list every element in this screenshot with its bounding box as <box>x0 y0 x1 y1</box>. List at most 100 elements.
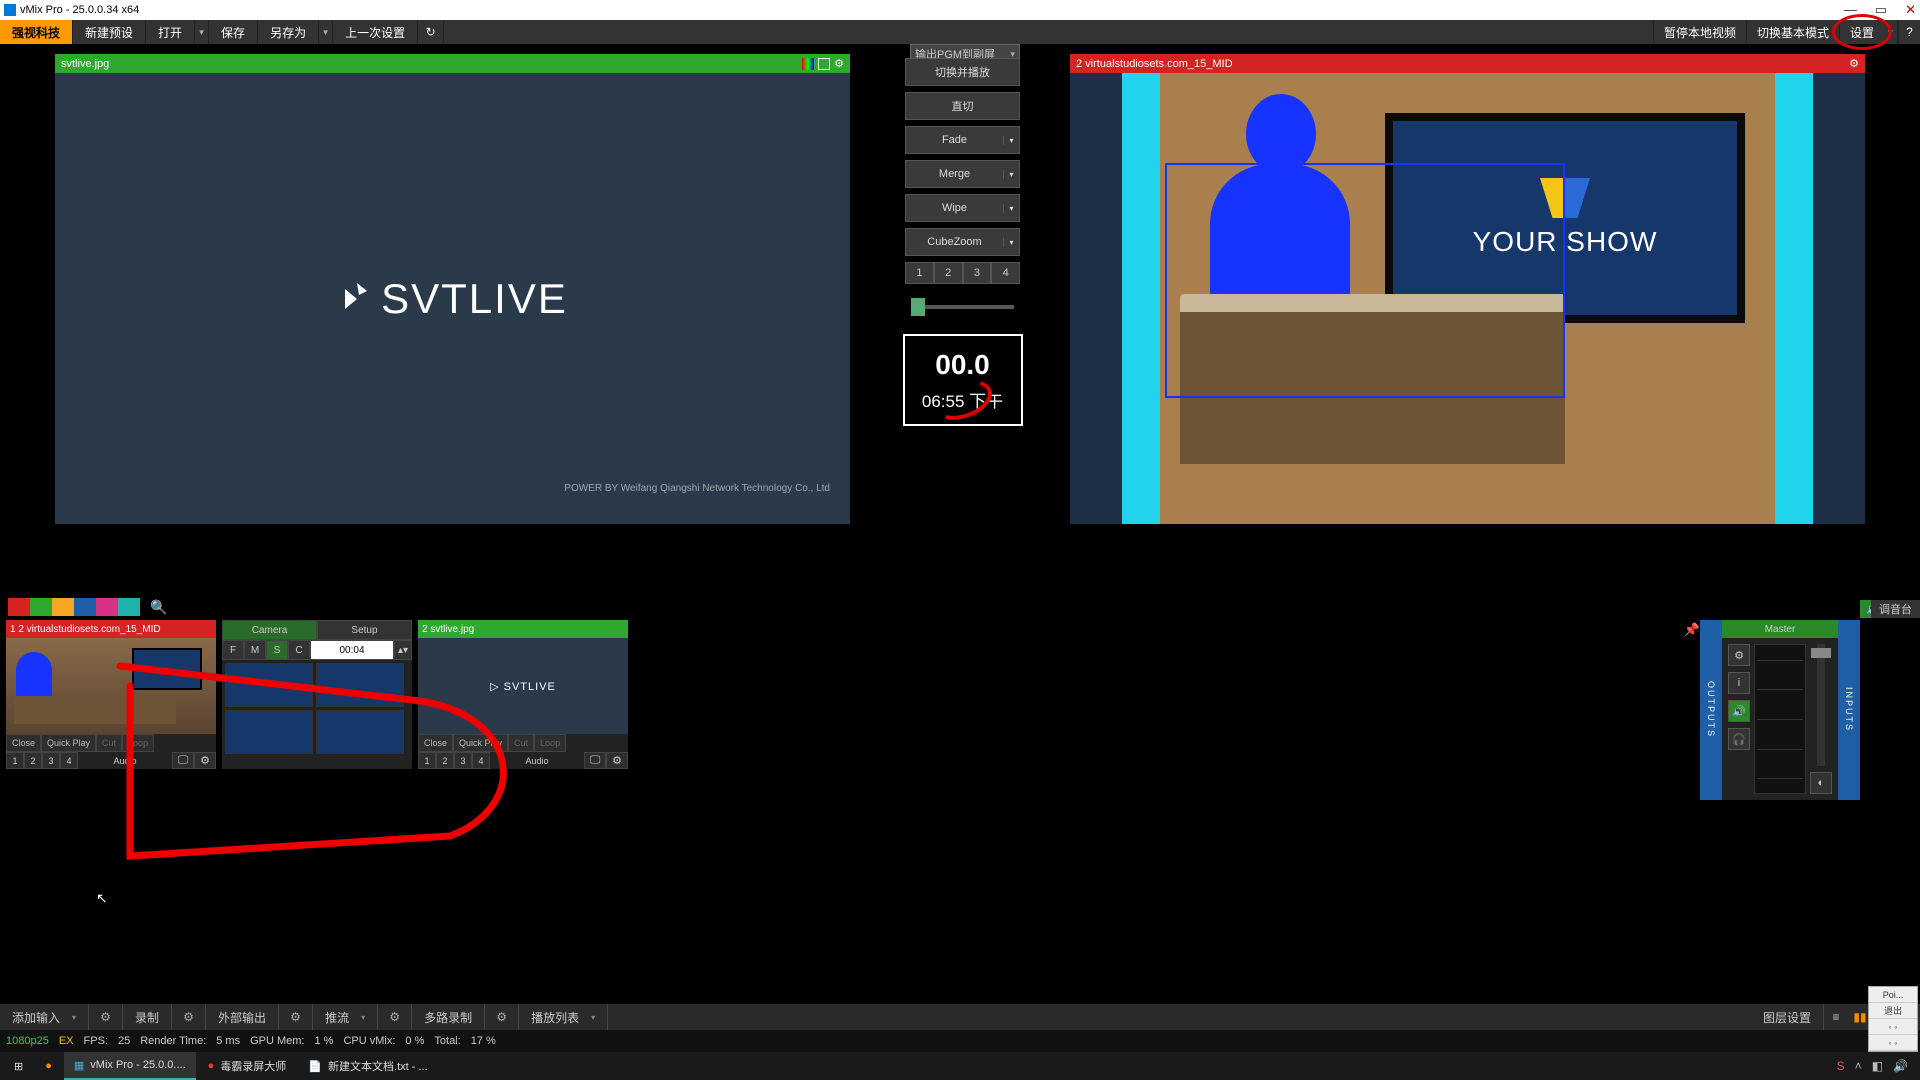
input2-overlay-1[interactable]: 1 <box>418 752 436 769</box>
color-tab-teal[interactable] <box>118 598 140 616</box>
input2-quickplay-button[interactable]: Quick Play <box>453 734 508 752</box>
input2-cut-button[interactable]: Cut <box>508 734 534 752</box>
preview-gear-icon[interactable] <box>834 57 844 70</box>
merge-button[interactable]: Merge▾ <box>905 160 1020 188</box>
wipe-button[interactable]: Wipe▾ <box>905 194 1020 222</box>
input2-preview-icon[interactable] <box>584 752 606 769</box>
input1-gear-icon[interactable] <box>194 752 216 769</box>
save-as-button[interactable]: 另存为 <box>258 20 319 44</box>
add-input-button[interactable]: 添加输入 <box>0 1004 89 1030</box>
tray-sogou-icon[interactable]: S <box>1837 1059 1845 1073</box>
transition-preset-4[interactable]: 4 <box>991 262 1020 284</box>
fade-dropdown[interactable]: ▾ <box>1003 136 1019 145</box>
input1-preview-icon[interactable] <box>172 752 194 769</box>
record-button[interactable]: 录制 <box>123 1004 172 1030</box>
input2-loop-button[interactable]: Loop <box>534 734 566 752</box>
taskbar-vmix[interactable]: ▦vMix Pro - 25.0.0.... <box>64 1052 196 1080</box>
record-gear-icon[interactable] <box>172 1004 206 1030</box>
input1-loop-button[interactable]: Loop <box>122 734 154 752</box>
cam-time-field[interactable]: 00:04 <box>310 640 394 660</box>
setup-tab[interactable]: Setup <box>317 620 412 640</box>
tbar-slider[interactable] <box>905 294 1020 320</box>
external-output-button[interactable]: 外部输出 <box>206 1004 279 1030</box>
input2-overlay-2[interactable]: 2 <box>436 752 454 769</box>
playlist-button[interactable]: 播放列表 <box>519 1004 608 1030</box>
stream-gear-icon[interactable] <box>378 1004 412 1030</box>
input1-audio-button[interactable]: Audio <box>78 752 172 769</box>
float-row-1[interactable]: Poi... <box>1869 987 1917 1003</box>
cam-s-button[interactable]: S <box>266 640 288 660</box>
master-info-button[interactable]: i <box>1728 672 1750 694</box>
master-mute-button[interactable]: 🔊 <box>1728 700 1750 722</box>
input2-thumbnail[interactable]: ▷ SVTLIVE <box>418 638 628 734</box>
float-row-4[interactable]: ◦ ◦ <box>1869 1035 1917 1051</box>
taskbar-notepad[interactable]: 📄新建文本文档.txt - ... <box>298 1052 437 1080</box>
new-preset-button[interactable]: 新建预设 <box>73 20 146 44</box>
maximize-button[interactable]: ▭ <box>1875 2 1887 18</box>
save-button[interactable]: 保存 <box>209 20 258 44</box>
float-row-2[interactable]: 退出 <box>1869 1003 1917 1019</box>
input1-quickplay-button[interactable]: Quick Play <box>41 734 96 752</box>
stream-button[interactable]: 推流 <box>313 1004 378 1030</box>
preview-color-icon[interactable] <box>802 58 814 70</box>
input2-close-button[interactable]: Close <box>418 734 453 752</box>
settings-button[interactable]: 设置 <box>1839 20 1884 44</box>
input1-overlay-1[interactable]: 1 <box>6 752 24 769</box>
master-solo-button[interactable]: ◐ <box>1810 772 1832 794</box>
input2-overlay-3[interactable]: 3 <box>454 752 472 769</box>
cam-time-stepper[interactable]: ▴▾ <box>394 640 412 660</box>
save-as-dropdown[interactable]: ▼ <box>319 20 333 44</box>
open-dropdown[interactable]: ▼ <box>195 20 209 44</box>
minimize-button[interactable]: — <box>1844 2 1857 18</box>
color-tab-magenta[interactable] <box>96 598 118 616</box>
float-row-3[interactable]: ◦ ◦ <box>1869 1019 1917 1035</box>
brand-button[interactable]: 强视科技 <box>0 20 73 44</box>
camera-tab[interactable]: Camera <box>222 620 317 640</box>
input2-overlay-4[interactable]: 4 <box>472 752 490 769</box>
preview-layout-icon[interactable] <box>818 58 830 70</box>
search-icon[interactable]: 🔍 <box>150 599 167 616</box>
open-button[interactable]: 打开 <box>146 20 195 44</box>
start-button[interactable]: ⊞ <box>4 1052 33 1080</box>
cam-angle-1[interactable] <box>225 663 313 707</box>
master-fader[interactable] <box>1817 644 1825 766</box>
tray-volume-icon[interactable]: 🔊 <box>1893 1059 1908 1073</box>
layer-bounding-box[interactable] <box>1165 163 1565 398</box>
cubezoom-dropdown[interactable]: ▾ <box>1003 238 1019 247</box>
wipe-dropdown[interactable]: ▾ <box>1003 204 1019 213</box>
color-tab-green[interactable] <box>30 598 52 616</box>
tray-chevron-up-icon[interactable]: ˄ <box>1855 1059 1862 1073</box>
cam-angle-3[interactable] <box>225 710 313 754</box>
tray-network-icon[interactable]: ◧ <box>1872 1059 1883 1073</box>
external-gear-icon[interactable] <box>279 1004 313 1030</box>
input2-audio-button[interactable]: Audio <box>490 752 584 769</box>
cam-m-button[interactable]: M <box>244 640 266 660</box>
multicorder-button[interactable]: 多路录制 <box>412 1004 485 1030</box>
layer-settings-button[interactable]: 图层设置 <box>1751 1004 1824 1030</box>
program-body[interactable]: YOUR SHOW <box>1070 73 1865 524</box>
input2-gear-icon[interactable] <box>606 752 628 769</box>
pin-icon[interactable]: 📌 <box>1684 622 1700 638</box>
refresh-button[interactable]: ↻ <box>418 20 444 44</box>
merge-dropdown[interactable]: ▾ <box>1003 170 1019 179</box>
last-settings-button[interactable]: 上一次设置 <box>333 20 418 44</box>
add-input-gear-icon[interactable] <box>89 1004 123 1030</box>
taskbar-firefox-icon[interactable]: ● <box>35 1052 62 1080</box>
taskbar-recorder[interactable]: ●毒霸录屏大师 <box>198 1052 297 1080</box>
multicorder-gear-icon[interactable] <box>485 1004 519 1030</box>
cubezoom-button[interactable]: CubeZoom▾ <box>905 228 1020 256</box>
input1-overlay-4[interactable]: 4 <box>60 752 78 769</box>
cam-angle-4[interactable] <box>316 710 404 754</box>
close-window-button[interactable]: ✕ <box>1905 2 1916 18</box>
mixer-toggle-button[interactable]: 调音台 <box>1871 600 1920 618</box>
transition-preset-1[interactable]: 1 <box>905 262 934 284</box>
transition-preset-3[interactable]: 3 <box>963 262 992 284</box>
color-tab-red[interactable] <box>8 598 30 616</box>
cam-f-button[interactable]: F <box>222 640 244 660</box>
cam-c-button[interactable]: C <box>288 640 310 660</box>
input1-cut-button[interactable]: Cut <box>96 734 122 752</box>
cam-angle-2[interactable] <box>316 663 404 707</box>
input1-thumbnail[interactable] <box>6 638 216 734</box>
color-tab-blue[interactable] <box>74 598 96 616</box>
master-headphones-icon[interactable]: 🎧 <box>1728 728 1750 750</box>
